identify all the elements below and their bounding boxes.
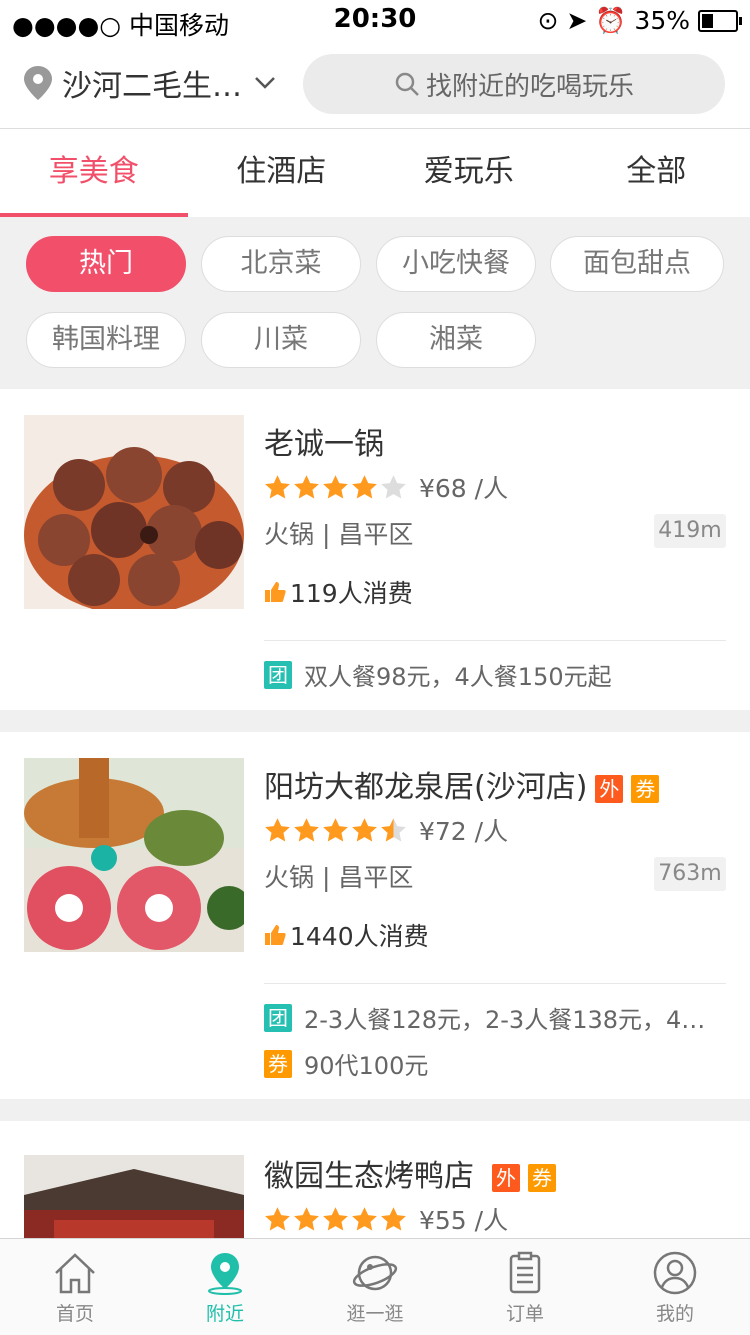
coupon-tag: 券 (528, 1164, 556, 1192)
star-icon (380, 817, 407, 843)
restaurant-name: 老诚一锅 (264, 419, 384, 463)
group-buy-badge: 团 (264, 1004, 292, 1032)
battery-percent: ⊙ ➤ ⏰ 35% (538, 6, 690, 36)
search-placeholder: 找附近的吃喝玩乐 (426, 66, 634, 103)
group-deal[interactable]: 团 2-3人餐128元，2-3人餐138元，4… (264, 1000, 726, 1035)
chip-hot[interactable]: 热门 (26, 236, 186, 292)
star-icon (264, 1206, 291, 1232)
category-area: 火锅 | 昌平区 (264, 515, 413, 551)
star-rating (264, 474, 409, 500)
star-rating (264, 817, 409, 843)
nav-nearby[interactable]: 附近 (150, 1239, 300, 1335)
location-pin-icon (24, 66, 52, 100)
top-header: 沙河二毛生… 找附近的吃喝玩乐 (0, 40, 750, 129)
location-selector[interactable]: 沙河二毛生… (24, 60, 276, 106)
restaurant-name-row: 徽园生态烤鸭店外券 (264, 1151, 556, 1195)
nav-home[interactable]: 首页 (0, 1239, 150, 1335)
cuisine-filter: 热门 北京菜 小吃快餐 面包甜点 韩国料理 川菜 湘菜 (0, 217, 750, 387)
rating-row: ¥72 /人 (264, 812, 508, 848)
star-icon (351, 1206, 378, 1232)
category-tabs: 享美食 住酒店 爱玩乐 全部 (0, 129, 750, 217)
search-input[interactable]: 找附近的吃喝玩乐 (303, 54, 725, 114)
battery-icon (698, 10, 738, 32)
group-buy-badge: 团 (264, 661, 292, 689)
alarm-icon: ⏰ (595, 6, 626, 35)
divider (264, 640, 726, 641)
chip-hunan[interactable]: 湘菜 (376, 312, 536, 368)
tab-food[interactable]: 享美食 (0, 129, 188, 217)
restaurant-card[interactable]: 阳坊大都龙泉居(沙河店)外券 ¥72 /人 火锅 | 昌平区 763m 1440… (0, 732, 750, 1099)
location-label: 沙河二毛生… (62, 61, 242, 105)
restaurant-card[interactable]: 老诚一锅 ¥68 /人 火锅 | 昌平区 419m 119人消费 团 双人餐98… (0, 389, 750, 710)
delivery-tag: 外 (595, 775, 623, 803)
location-arrow-icon: ➤ (566, 6, 587, 35)
star-icon (322, 474, 349, 500)
tab-all[interactable]: 全部 (563, 129, 750, 217)
deal-text: 90代100元 (304, 1046, 428, 1081)
coupon-badge: 券 (264, 1050, 292, 1078)
rating-row: ¥55 /人 (264, 1201, 508, 1237)
rating-row: ¥68 /人 (264, 469, 508, 505)
clipboard-icon (502, 1251, 548, 1295)
chevron-down-icon (254, 76, 276, 90)
group-deal[interactable]: 团 双人餐98元，4人餐150元起 (264, 657, 726, 692)
consumer-count: 1440人消费 (264, 917, 429, 953)
star-icon (264, 474, 291, 500)
coupon-deal[interactable]: 券 90代100元 (264, 1046, 726, 1081)
chip-sichuan[interactable]: 川菜 (201, 312, 361, 368)
nav-orders[interactable]: 订单 (450, 1239, 600, 1335)
star-icon (293, 1206, 320, 1232)
chip-snack[interactable]: 小吃快餐 (376, 236, 536, 292)
chip-dessert[interactable]: 面包甜点 (550, 236, 724, 292)
planet-icon (352, 1251, 398, 1295)
search-icon (394, 71, 420, 97)
star-icon (322, 1206, 349, 1232)
category-area: 火锅 | 昌平区 (264, 858, 413, 894)
star-icon (351, 817, 378, 843)
price-per-person: ¥72 /人 (419, 812, 508, 848)
divider (264, 983, 726, 984)
location-pin-icon (202, 1251, 248, 1295)
star-rating (264, 1206, 409, 1232)
price-per-person: ¥55 /人 (419, 1201, 508, 1237)
orientation-lock-icon: ⊙ (538, 6, 559, 35)
star-icon (380, 474, 407, 500)
restaurant-card[interactable]: 徽园生态烤鸭店外券 ¥55 /人 (0, 1121, 750, 1238)
nav-explore[interactable]: 逛一逛 (300, 1239, 450, 1335)
star-icon (351, 474, 378, 500)
star-icon (322, 817, 349, 843)
status-bar: ●●●●○ 中国移动 20:30 ⊙ ➤ ⏰ 35% (0, 0, 750, 40)
thumbs-up-icon (264, 581, 286, 603)
restaurant-name: 徽园生态烤鸭店 (264, 1159, 474, 1194)
chip-beijing[interactable]: 北京菜 (201, 236, 361, 292)
nav-mine[interactable]: 我的 (600, 1239, 750, 1335)
food-photo (24, 758, 244, 952)
deal-text: 双人餐98元，4人餐150元起 (304, 657, 612, 692)
restaurant-name-row: 阳坊大都龙泉居(沙河店) 外券 (264, 762, 659, 806)
deal-text: 2-3人餐128元，2-3人餐138元，4… (304, 1000, 705, 1035)
star-icon (293, 474, 320, 500)
thumbs-up-icon (264, 924, 286, 946)
bottom-tab-bar: 首页 附近 逛一逛 订单 我的 (0, 1238, 750, 1335)
food-photo (24, 415, 244, 609)
restaurant-name: 阳坊大都龙泉居(沙河店) (264, 770, 587, 805)
star-icon (264, 817, 291, 843)
distance-badge: 419m (654, 514, 726, 548)
storefront-photo (24, 1155, 244, 1238)
user-icon (652, 1251, 698, 1295)
price-per-person: ¥68 /人 (419, 469, 508, 505)
distance-badge: 763m (654, 857, 726, 891)
delivery-tag: 外 (492, 1164, 520, 1192)
coupon-tag: 券 (631, 775, 659, 803)
star-icon (380, 1206, 407, 1232)
tab-fun[interactable]: 爱玩乐 (375, 129, 563, 217)
home-icon (52, 1251, 98, 1295)
tab-hotel[interactable]: 住酒店 (188, 129, 376, 217)
consumer-count: 119人消费 (264, 574, 413, 610)
chip-korean[interactable]: 韩国料理 (26, 312, 186, 368)
star-icon (293, 817, 320, 843)
